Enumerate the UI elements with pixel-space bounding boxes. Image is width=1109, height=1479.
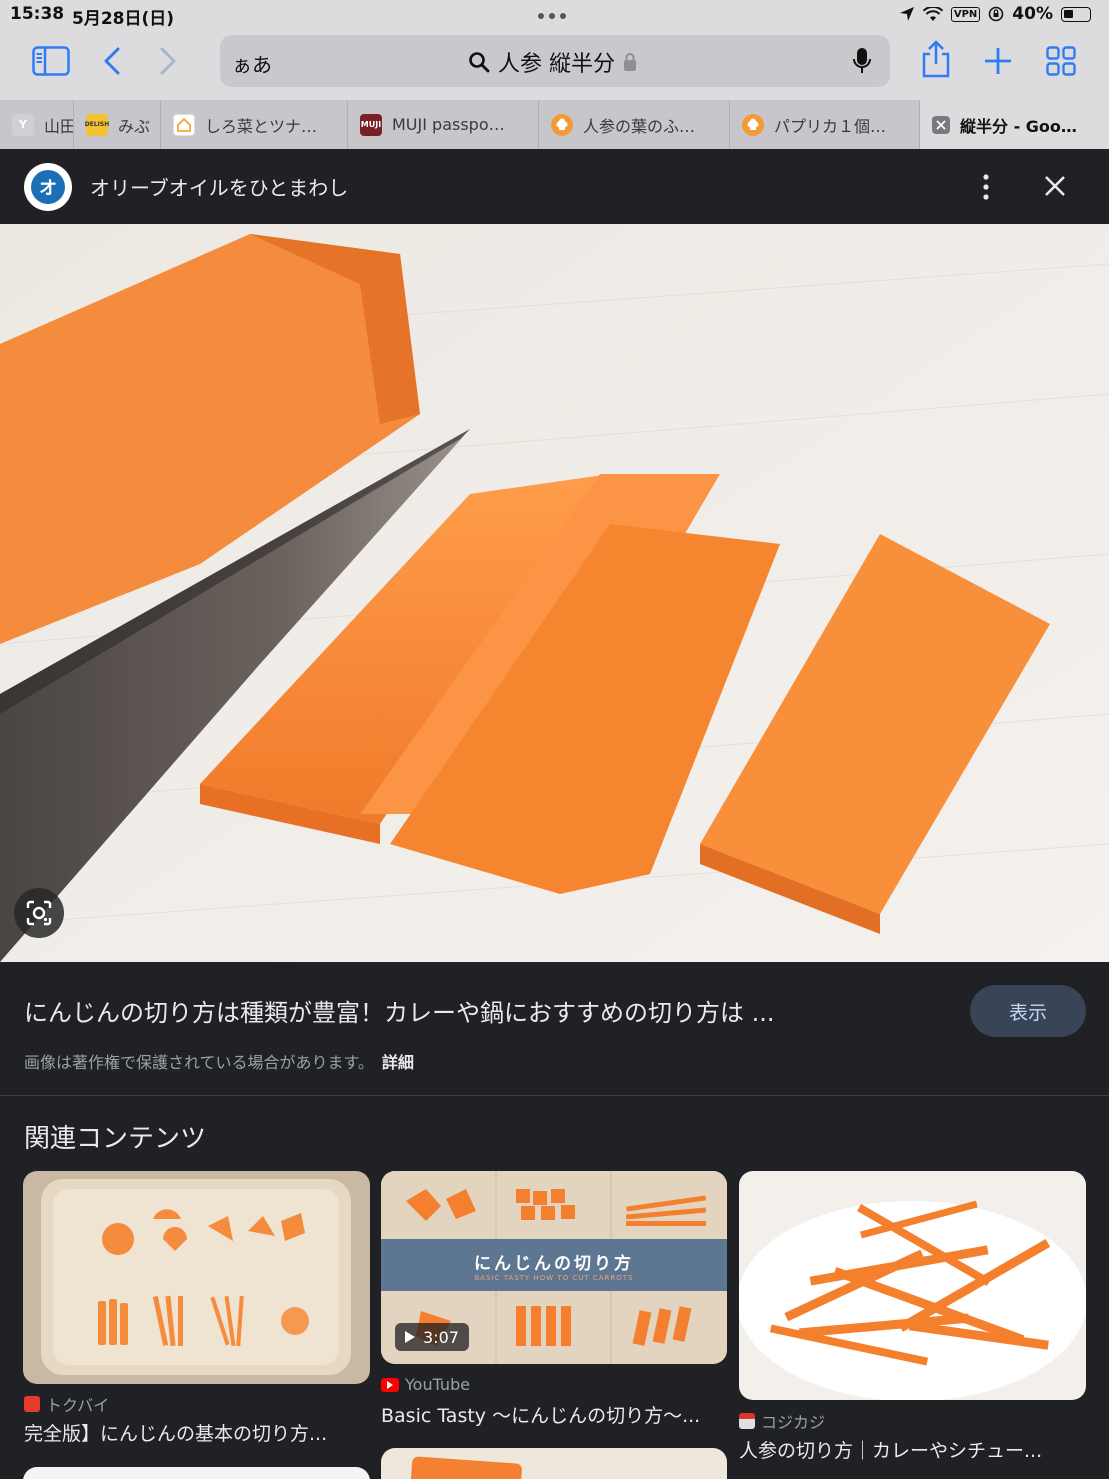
related-card-3-title[interactable]: 人参の切り方｜カレーやシチュー...: [739, 1436, 1086, 1463]
tab-overview-icon[interactable]: [1046, 46, 1076, 76]
vpn-badge: VPN: [950, 6, 981, 22]
youtube-favicon-icon: [381, 1377, 399, 1392]
tab-label: パプリカ１個…: [774, 116, 887, 136]
related-card-1-title[interactable]: 完全版】にんじんの基本の切り方...: [24, 1419, 370, 1446]
share-icon[interactable]: [920, 40, 952, 78]
tab-paprika[interactable]: パプリカ１個…: [730, 100, 920, 149]
multitasking-dots[interactable]: [538, 13, 566, 19]
tab-label: しろ菜とツナ…: [205, 116, 318, 136]
wifi-icon: [922, 6, 943, 21]
tab-yamada[interactable]: Y 山田: [0, 100, 74, 149]
carrot-photo: [0, 224, 1109, 962]
tab-label: MUJI passpo…: [392, 115, 505, 134]
video-title-banner: にんじんの切り方 BASIC TASTY HOW TO CUT CARROTS: [381, 1239, 727, 1291]
status-bar: 15:38 5月28日(日) VPN 40%: [0, 0, 1109, 30]
tab-label: 山田: [44, 116, 74, 136]
status-date: 5月28日(日): [72, 9, 175, 29]
tab-label: 人参の葉のふ…: [583, 116, 696, 136]
duration-text: 3:07: [423, 1327, 459, 1347]
battery-percent: 40%: [1012, 4, 1053, 24]
tab-label: 縦半分 - Goo…: [960, 116, 1077, 136]
result-title[interactable]: にんじんの切り方は種類が豊富！カレーや鍋におすすめの切り方は ...: [24, 993, 944, 1028]
source-name: コジカジ: [761, 1413, 826, 1432]
banner-subtitle: BASIC TASTY HOW TO CUT CARROTS: [474, 1273, 634, 1282]
copyright-notice: 画像は著作権で保護されている場合があります。 詳細: [24, 1049, 414, 1073]
related-card-1-image[interactable]: [23, 1171, 370, 1384]
related-card-5-image[interactable]: [381, 1448, 727, 1479]
play-icon: [405, 1331, 415, 1343]
yahoo-favicon-icon: Y: [12, 113, 34, 136]
copyright-text: 画像は著作権で保護されている場合があります。: [24, 1053, 374, 1072]
site-logo-glyph: オ: [31, 170, 65, 204]
close-icon[interactable]: [1043, 174, 1067, 198]
tab-active-google[interactable]: 縦半分 - Goo…: [920, 100, 1109, 149]
lock-icon: [624, 53, 636, 71]
tab-strip: Y 山田 DELISH みぶ しろ菜とツナ… MUJI MUJI passpo……: [0, 100, 1109, 149]
source-name: YouTube: [405, 1375, 471, 1394]
google-lens-button[interactable]: [14, 888, 64, 938]
search-query[interactable]: 人参 縦半分: [498, 46, 615, 78]
location-icon: [899, 7, 914, 21]
related-card-4-image[interactable]: [23, 1467, 370, 1479]
address-bar[interactable]: ぁあ 人参 縦半分: [220, 35, 890, 87]
site-name[interactable]: オリーブオイルをひとまわし: [90, 172, 348, 201]
kojikaji-favicon-icon: [739, 1413, 755, 1429]
more-options-icon[interactable]: [978, 173, 994, 201]
tab-ninjin-leaves[interactable]: 人参の葉のふ…: [539, 100, 730, 149]
site-logo[interactable]: オ: [24, 163, 72, 211]
related-card-2-source[interactable]: YouTube: [381, 1375, 470, 1394]
new-tab-icon[interactable]: [984, 47, 1012, 75]
visit-button[interactable]: 表示: [970, 985, 1086, 1037]
related-card-3-image[interactable]: [739, 1171, 1086, 1400]
search-icon: [469, 52, 490, 73]
related-card-3-source[interactable]: コジカジ: [739, 1409, 825, 1433]
details-link[interactable]: 詳細: [382, 1053, 414, 1072]
microphone-icon[interactable]: [852, 47, 872, 75]
banner-title: にんじんの切り方: [474, 1253, 634, 1274]
delish-kitchen-favicon-icon: DELISH: [85, 113, 109, 136]
lens-icon: [26, 900, 52, 926]
related-card-1-source[interactable]: トクバイ: [24, 1392, 109, 1416]
chef-hat-favicon-icon: [742, 113, 764, 136]
browser-toolbar: ぁあ 人参 縦半分: [0, 30, 1109, 100]
image-viewer-header: オ オリーブオイルをひとまわし: [0, 149, 1109, 224]
related-card-2-image[interactable]: にんじんの切り方 BASIC TASTY HOW TO CUT CARROTS …: [381, 1171, 727, 1364]
tab-delish[interactable]: DELISH みぶ: [74, 100, 161, 149]
reader-view-button[interactable]: ぁあ: [232, 49, 272, 78]
related-heading: 関連コンテンツ: [24, 1124, 207, 1154]
muji-favicon-icon: MUJI: [360, 113, 382, 136]
back-icon[interactable]: [102, 47, 122, 75]
divider: [0, 1095, 1109, 1096]
close-tab-icon[interactable]: [932, 115, 950, 134]
video-duration-badge: 3:07: [395, 1323, 469, 1351]
battery-icon: [1061, 6, 1091, 22]
tokubai-favicon-icon: [24, 1396, 40, 1412]
result-image-carrots[interactable]: [0, 224, 1109, 962]
status-time: 15:38: [10, 4, 65, 24]
rotation-lock-icon: [988, 6, 1004, 22]
tab-muji-passport[interactable]: MUJI MUJI passpo…: [348, 100, 539, 149]
house-favicon-icon: [173, 113, 195, 136]
forward-icon[interactable]: [158, 47, 178, 75]
tab-label: みぶ: [118, 116, 151, 136]
related-card-2-title[interactable]: Basic Tasty 〜にんじんの切り方〜...: [381, 1401, 727, 1428]
source-name: トクバイ: [46, 1396, 110, 1415]
sidebar-icon[interactable]: [32, 46, 70, 76]
tab-shirona-tuna[interactable]: しろ菜とツナ…: [161, 100, 348, 149]
chef-hat-favicon-icon: [551, 113, 573, 136]
